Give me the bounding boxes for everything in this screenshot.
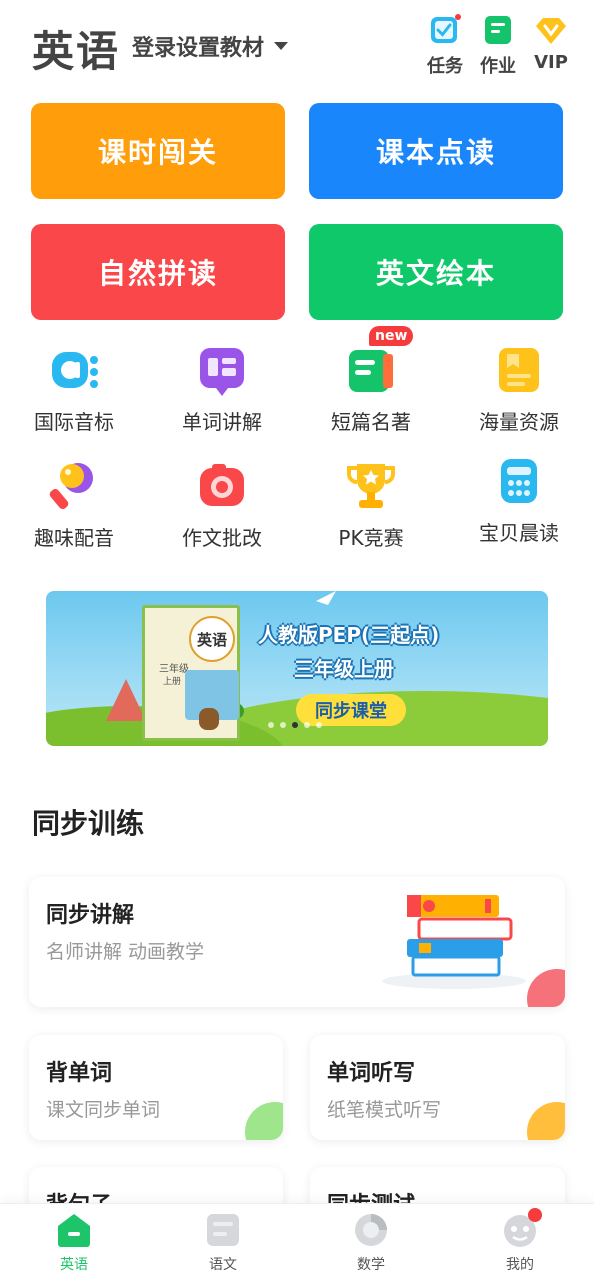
bottom-nav: 英语 语文 数学 我的 xyxy=(0,1203,594,1280)
short-classic-icon xyxy=(345,344,397,396)
nav-label: 英语 xyxy=(60,1257,88,1273)
grid-item-phonetic[interactable]: 国际音标 xyxy=(0,344,148,435)
grid-item-short-classic[interactable]: new 短篇名著 xyxy=(297,326,445,435)
nav-english[interactable]: 英语 xyxy=(24,1212,124,1274)
nav-label: 数学 xyxy=(357,1257,385,1273)
nav-label: 语文 xyxy=(209,1257,237,1273)
books-stack-icon xyxy=(382,895,526,989)
resource-icon xyxy=(493,344,545,396)
grid-label: 单词讲解 xyxy=(182,410,262,434)
grid-item-pk-contest[interactable]: PK竞赛 xyxy=(297,460,445,551)
phonics-tile[interactable]: 自然拼读 xyxy=(31,224,285,320)
card-subtitle: 名师讲解 动画教学 xyxy=(46,941,205,963)
banner-line2: 三年级上册 xyxy=(294,657,394,681)
card-accent xyxy=(527,969,565,1007)
grid-label: 作文批改 xyxy=(182,526,262,550)
dubbing-microphone-icon xyxy=(48,460,100,512)
grid-item-essay-correct[interactable]: 作文批改 xyxy=(148,460,296,551)
nav-math[interactable]: 数学 xyxy=(321,1212,421,1274)
trophy-icon xyxy=(345,460,397,512)
grid-label: PK竞赛 xyxy=(338,526,404,550)
textbook-setting-label: 登录设置教材 xyxy=(132,36,265,61)
word-explain-icon xyxy=(196,344,248,396)
vip-label: VIP xyxy=(534,52,568,73)
cover-title: 英语 xyxy=(189,616,235,662)
homework-label: 作业 xyxy=(480,56,516,77)
math-pie-icon xyxy=(353,1212,389,1248)
picture-book-tile[interactable]: 英文绘本 xyxy=(309,224,563,320)
profile-face-icon xyxy=(502,1208,542,1248)
grid-item-word-explain[interactable]: 单词讲解 xyxy=(148,344,296,435)
caret-down-icon xyxy=(274,42,289,50)
homework-icon xyxy=(482,14,514,46)
banner-line1: 人教版PEP(三起点) xyxy=(258,623,440,647)
carousel-dot[interactable] xyxy=(304,722,310,728)
card-title: 同步讲解 xyxy=(46,903,135,928)
cover-term: 上册 xyxy=(163,677,182,687)
grid-label: 短篇名著 xyxy=(331,410,411,434)
chinese-book-icon xyxy=(205,1212,241,1248)
grid-item-morning-read[interactable]: 宝贝晨读 xyxy=(445,455,593,546)
card-subtitle: 课文同步单词 xyxy=(46,1099,161,1121)
nav-label: 我的 xyxy=(506,1257,534,1273)
card-title: 背单词 xyxy=(46,1061,113,1086)
promo-banner[interactable]: 英语 三年级 上册 人教版PEP(三起点) 三年级上册 同步课堂 xyxy=(46,591,548,746)
card-accent xyxy=(527,1102,565,1140)
sync-explain-card[interactable]: 同步讲解 名师讲解 动画教学 xyxy=(29,877,565,1007)
task-label: 任务 xyxy=(427,56,463,77)
cover-bear xyxy=(199,708,219,730)
vip-button[interactable]: VIP xyxy=(526,14,576,73)
morning-read-icon xyxy=(493,455,545,507)
task-check-icon xyxy=(429,14,461,46)
grid-item-resource[interactable]: 海量资源 xyxy=(445,344,593,435)
textbook-setting-dropdown[interactable]: 登录设置教材 xyxy=(132,30,289,62)
lesson-challenge-tile[interactable]: 课时闯关 xyxy=(31,103,285,199)
phonetic-icon xyxy=(48,344,100,396)
card-accent xyxy=(245,1102,283,1140)
memorize-words-card[interactable]: 背单词 课文同步单词 xyxy=(29,1035,283,1140)
carousel-dot[interactable] xyxy=(316,722,322,728)
english-home-icon xyxy=(56,1212,92,1248)
grid-item-dubbing[interactable]: 趣味配音 xyxy=(0,460,148,551)
grid-label: 国际音标 xyxy=(34,410,114,434)
textbook-cover: 英语 三年级 上册 xyxy=(142,605,240,741)
vip-diamond-icon xyxy=(535,14,567,46)
carousel-dot[interactable] xyxy=(280,722,286,728)
homework-button[interactable]: 作业 xyxy=(473,14,523,78)
carousel-dot-active[interactable] xyxy=(292,722,298,728)
header: 英语 登录设置教材 任务 作业 VIP xyxy=(0,0,594,90)
word-dictation-card[interactable]: 单词听写 纸笔模式听写 xyxy=(310,1035,565,1140)
nav-mine[interactable]: 我的 xyxy=(470,1208,570,1274)
grid-label: 趣味配音 xyxy=(34,526,114,550)
camera-icon xyxy=(196,460,248,512)
card-title: 单词听写 xyxy=(327,1061,416,1086)
card-subtitle: 纸笔模式听写 xyxy=(327,1099,442,1121)
task-button[interactable]: 任务 xyxy=(420,14,470,78)
textbook-read-tile[interactable]: 课本点读 xyxy=(309,103,563,199)
nav-chinese[interactable]: 语文 xyxy=(173,1212,273,1274)
new-badge: new xyxy=(369,326,414,346)
carousel-dots xyxy=(268,722,322,728)
notification-dot xyxy=(528,1208,542,1222)
section-title: 同步训练 xyxy=(32,807,145,840)
grid-label: 海量资源 xyxy=(479,410,559,434)
carousel-dot[interactable] xyxy=(268,722,274,728)
page-title: 英语 xyxy=(32,27,121,76)
grid-label: 宝贝晨读 xyxy=(479,521,559,545)
